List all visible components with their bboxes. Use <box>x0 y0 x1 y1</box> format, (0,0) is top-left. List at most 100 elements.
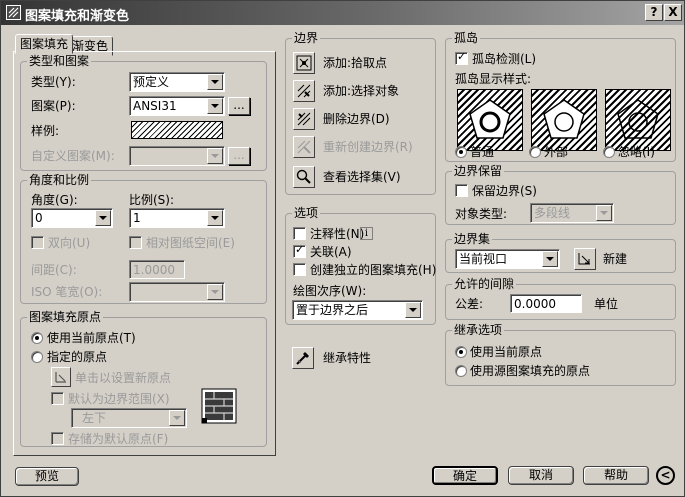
select-objects-icon <box>297 84 311 98</box>
retain-boundary-checkbox[interactable] <box>455 184 468 197</box>
object-type-dropdown[interactable]: 多段线 <box>530 203 614 223</box>
object-type-value: 多段线 <box>534 206 571 220</box>
type-pattern-title: 类型和图案 <box>27 54 92 68</box>
current-origin-label: 使用当前原点(T) <box>47 331 136 345</box>
help-title-button[interactable]: ? <box>645 4 663 21</box>
hatch-tab-panel: 类型和图案 类型(Y): 预定义 图案(P): ANSI31 ... 样例: 自… <box>13 51 276 456</box>
specified-origin-radio[interactable] <box>31 351 43 363</box>
separate-hatch-label: 创建独立的图案填充(H) <box>310 263 437 277</box>
recreate-boundary-label: 重新创建边界(R) <box>323 140 413 154</box>
help-button[interactable]: 帮助 <box>583 466 649 485</box>
tolerance-label: 公差: <box>455 297 484 311</box>
inherit-options-title: 继承选项 <box>452 323 505 337</box>
new-set-icon <box>578 253 590 265</box>
tolerance-unit: 单位 <box>594 297 619 311</box>
associative-label: 关联(A) <box>310 245 352 259</box>
tolerance-input[interactable]: 0.0000 <box>510 294 582 313</box>
spacing-label: 间距(C): <box>31 263 77 277</box>
retain-boundary-label: 保留边界(S) <box>472 184 537 198</box>
double-label: 双向(U) <box>48 236 91 250</box>
default-extents-checkbox[interactable] <box>51 392 64 405</box>
ok-button[interactable]: 确定 <box>432 466 498 485</box>
view-selection-button[interactable] <box>293 166 315 188</box>
inherit-source-origin-radio[interactable] <box>455 365 467 377</box>
custom-pattern-dropdown[interactable] <box>129 146 225 166</box>
click-origin-label: 单击以设置新原点 <box>75 371 172 385</box>
inherit-options-group: 继承选项 使用当前原点 使用源图案填充的原点 <box>445 323 676 386</box>
island-detection-checkbox[interactable]: ✓ <box>455 50 468 65</box>
remove-boundary-button[interactable] <box>293 108 315 130</box>
double-checkbox[interactable] <box>31 236 44 249</box>
pattern-swatch[interactable] <box>131 121 223 139</box>
draw-order-dropdown[interactable]: 置于边界之后 <box>292 300 423 320</box>
type-dropdown[interactable]: 预定义 <box>129 72 225 92</box>
add-select-button[interactable] <box>293 80 315 102</box>
iso-pen-dropdown[interactable] <box>129 282 225 302</box>
pentagon-outer-icon <box>543 99 585 139</box>
scale-value: 1 <box>133 211 141 225</box>
scale-dropdown[interactable]: 1 <box>129 208 225 228</box>
app-icon <box>6 5 21 20</box>
info-icon[interactable]: i <box>360 227 373 240</box>
pattern-browse-button[interactable]: ... <box>228 97 250 115</box>
cancel-button[interactable]: 取消 <box>508 466 574 485</box>
chevron-down-icon <box>596 205 612 221</box>
brick-origin-icon <box>201 388 237 424</box>
swatch-label: 样例: <box>31 124 60 138</box>
inherit-properties-label: 继承特性 <box>323 351 372 365</box>
relative-paper-checkbox[interactable] <box>129 236 142 249</box>
inherit-current-origin-radio[interactable] <box>455 346 467 358</box>
add-pick-button[interactable] <box>293 52 315 74</box>
new-boundary-set-button[interactable] <box>574 248 596 270</box>
annotative-label: 注释性(N) <box>310 227 365 241</box>
object-type-label: 对象类型: <box>455 207 508 221</box>
add-select-label: 添加:选择对象 <box>323 84 400 98</box>
boundary-set-value: 当前视口 <box>459 252 508 266</box>
island-ignore-radio[interactable] <box>603 146 615 158</box>
spacing-input[interactable]: 1.0000 <box>129 260 185 279</box>
island-normal-radio[interactable] <box>455 146 467 158</box>
island-detection-label: 孤岛检测(L) <box>472 52 537 66</box>
inherit-brush-icon <box>296 352 309 365</box>
recreate-boundary-button[interactable] <box>293 136 315 158</box>
inherit-properties-button[interactable] <box>292 347 314 369</box>
boundaries-title: 边界 <box>292 31 321 45</box>
set-origin-button[interactable] <box>51 367 71 387</box>
origin-title: 图案填充原点 <box>27 310 104 324</box>
separate-hatch-checkbox[interactable] <box>293 263 306 276</box>
annotative-checkbox[interactable] <box>293 227 306 240</box>
recreate-boundary-icon <box>297 140 311 154</box>
boundary-set-dropdown[interactable]: 当前视口 <box>455 249 560 269</box>
tab-hatch[interactable]: 图案填充 <box>15 34 74 54</box>
island-outer-preview[interactable] <box>531 89 597 151</box>
chevron-down-icon <box>405 302 421 318</box>
store-origin-label: 存储为默认原点(F) <box>68 432 169 446</box>
options-title: 选项 <box>292 206 321 220</box>
close-title-button[interactable]: X <box>664 4 682 21</box>
current-origin-radio[interactable] <box>31 332 43 344</box>
pick-points-icon <box>296 55 312 71</box>
store-origin-checkbox[interactable] <box>51 432 64 445</box>
boundaries-group: 边界 添加:拾取点 添加:选择对象 删除边界(D) 重新创建边界(R) 查看选择… <box>285 31 436 195</box>
angle-scale-group: 角度和比例 角度(G): 0 比例(S): 1 双向(U) 相对图纸空间(E) … <box>20 173 267 304</box>
angle-dropdown[interactable]: 0 <box>31 208 113 228</box>
chevron-down-icon <box>95 210 111 226</box>
collapse-more-button[interactable]: < <box>656 466 675 485</box>
island-ignore-preview[interactable] <box>605 89 671 151</box>
island-outer-radio[interactable] <box>529 146 541 158</box>
type-pattern-group: 类型和图案 类型(Y): 预定义 图案(P): ANSI31 ... 样例: 自… <box>20 54 267 171</box>
island-outer-label: 外部 <box>544 145 569 159</box>
remove-boundary-icon <box>297 112 311 126</box>
window-title: 图案填充和渐变色 <box>25 9 130 24</box>
extents-dropdown[interactable]: 左下 <box>71 408 187 428</box>
extents-value: 左下 <box>82 411 107 425</box>
custom-browse-button[interactable]: ... <box>228 147 250 165</box>
associative-checkbox[interactable]: ✓ <box>293 243 306 258</box>
remove-boundary-label: 删除边界(D) <box>323 112 390 126</box>
pattern-dropdown[interactable]: ANSI31 <box>129 96 225 116</box>
new-boundary-set-label: 新建 <box>603 252 628 266</box>
island-normal-preview[interactable] <box>457 89 523 151</box>
view-selection-label: 查看选择集(V) <box>323 170 401 184</box>
preview-button[interactable]: 预览 <box>15 467 79 486</box>
draw-order-value: 置于边界之后 <box>296 303 369 317</box>
